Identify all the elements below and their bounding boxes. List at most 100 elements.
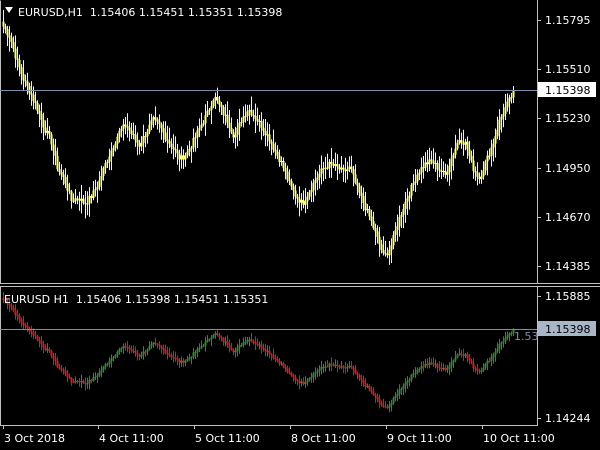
bottom-candle-body (386, 407, 389, 409)
top-candle-body (296, 196, 299, 199)
bottom-candle-body (288, 372, 291, 374)
top-candle-body (244, 116, 247, 118)
bottom-candle-body (254, 342, 257, 344)
bottom-candle-body (414, 373, 417, 375)
bottom-candle-body (462, 355, 465, 357)
top-candle-body (130, 130, 133, 135)
bottom-candle-body (194, 352, 197, 354)
top-candle-body (194, 137, 197, 139)
top-candle-body (82, 198, 85, 204)
bottom-candle-body (320, 366, 323, 370)
bottom-candle-body (268, 350, 271, 355)
bottom-candle-body (170, 355, 173, 357)
bottom-candle-body (176, 358, 179, 360)
price-label: 1.14385 (545, 260, 591, 273)
top-candle-body (28, 85, 31, 94)
bottom-candle-body (178, 359, 181, 363)
top-candle-body (396, 226, 399, 231)
top-candle-body (256, 118, 259, 122)
top-candle-body (326, 167, 329, 169)
bottom-candle-body (382, 405, 385, 407)
bottom-candle-body (438, 367, 441, 369)
top-candle-body (238, 122, 241, 128)
bottom-candle-body (286, 368, 289, 373)
top-candle-body (294, 190, 297, 197)
bottom-candle-body (114, 355, 117, 358)
bottom-candle-body (504, 338, 507, 342)
bottom-candle-body (408, 379, 411, 381)
bottom-candle-body (362, 379, 365, 384)
bottom-candle-body (208, 339, 211, 341)
bottom-candle-body (506, 335, 509, 339)
bottom-candle-body (130, 348, 133, 351)
top-candle-body (350, 166, 353, 170)
bottom-candle-body (308, 378, 311, 381)
bottom-candle-body (66, 374, 69, 378)
bottom-candle-body (406, 380, 409, 383)
bottom-candle-body (246, 340, 249, 343)
bottom-candle-body (26, 325, 29, 329)
bottom-candle-body (338, 366, 341, 368)
top-candle-body (424, 162, 427, 168)
bottom-candle-body (84, 383, 87, 385)
bottom-candle-body (278, 360, 281, 364)
top-candle-body (368, 209, 371, 217)
top-candle-body (210, 106, 213, 110)
top-candle-body (24, 80, 27, 82)
bottom-candle-body (298, 381, 301, 383)
top-candle-body (264, 130, 267, 136)
top-candle-body (94, 189, 97, 191)
bottom-candle-body (96, 375, 99, 377)
triangle-down-icon[interactable] (5, 7, 13, 13)
bottom-candle-body (448, 365, 451, 369)
top-candle-body (232, 132, 235, 138)
top-candle-body (190, 147, 193, 149)
top-candle-body (236, 127, 239, 135)
bottom-candle-body (418, 368, 421, 370)
top-candle-body (96, 187, 99, 190)
top-candle-body (304, 201, 307, 205)
bottom-candle-body (434, 364, 437, 366)
bottom-candle-body (182, 360, 185, 363)
bottom-candle-body (416, 369, 419, 374)
top-candle-body (216, 96, 219, 101)
bottom-current-price-label: 1.15398 (545, 323, 591, 336)
top-candle-body (470, 155, 473, 161)
top-candle-body (432, 160, 435, 164)
top-candle-body (276, 151, 279, 156)
bottom-candle-body (410, 374, 413, 380)
bottom-candle-body (216, 333, 219, 335)
bottom-candle-body (496, 348, 499, 352)
bottom-candle-body (142, 351, 145, 355)
top-candle-body (98, 180, 101, 188)
bottom-candle-body (442, 367, 445, 369)
bottom-candle-body (172, 356, 175, 358)
bottom-candle-body (444, 367, 447, 370)
top-candle-body (274, 149, 277, 152)
top-candle-body (166, 139, 169, 142)
bottom-candle-body (380, 402, 383, 406)
top-candle-body (260, 120, 263, 128)
top-candle-body (228, 122, 231, 129)
top-candle-body (286, 171, 289, 180)
time-label: 5 Oct 11:00 (195, 432, 260, 445)
top-candle-body (150, 120, 153, 125)
top-candle-body (212, 100, 215, 107)
top-candle-body (324, 167, 327, 169)
bottom-candle-body (440, 367, 443, 369)
top-candle-body (40, 113, 43, 120)
top-candle-body (510, 97, 513, 99)
top-candle-body (458, 140, 461, 143)
top-candle-body (512, 90, 515, 98)
top-candle-body (290, 181, 293, 187)
top-candle-body (420, 167, 423, 173)
top-candle-body (218, 100, 221, 105)
bottom-candle-body (168, 353, 171, 356)
top-candle-body (352, 169, 355, 175)
chart-window[interactable]: EURUSD,H1 1.15406 1.15451 1.15351 1.1539… (0, 0, 600, 450)
top-candle-body (152, 117, 155, 121)
bottom-candle-body (206, 339, 209, 342)
bottom-candle-body (472, 363, 475, 369)
top-candle-body (90, 195, 93, 198)
bottom-candle-body (482, 367, 485, 371)
